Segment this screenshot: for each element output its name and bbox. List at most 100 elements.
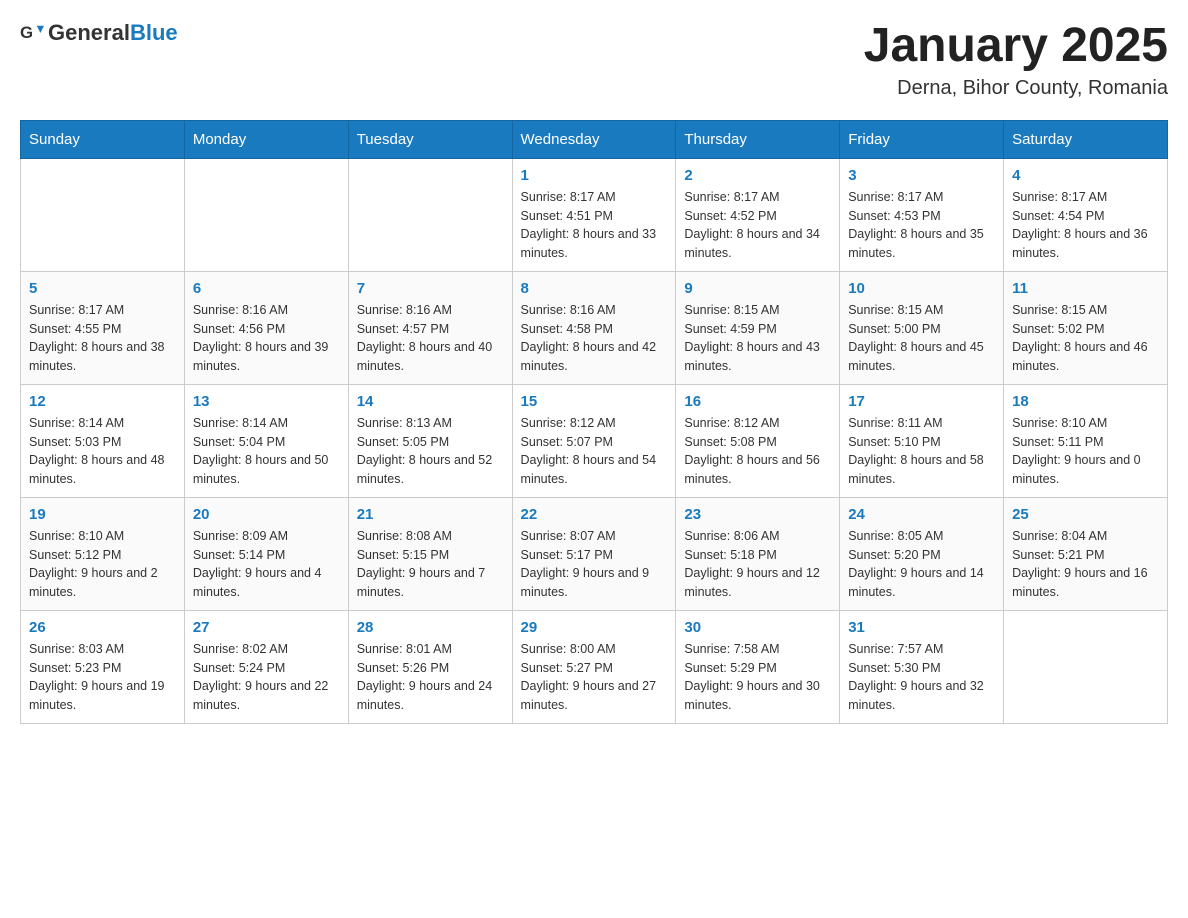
weekday-header-wednesday: Wednesday bbox=[512, 120, 676, 158]
day-number: 31 bbox=[848, 619, 995, 636]
day-number: 29 bbox=[521, 619, 668, 636]
calendar-cell: 10 Sunrise: 8:15 AMSunset: 5:00 PMDayligh… bbox=[840, 271, 1004, 384]
day-info: Sunrise: 8:13 AMSunset: 5:05 PMDaylight:… bbox=[357, 414, 504, 489]
day-number: 25 bbox=[1012, 506, 1159, 523]
day-number: 5 bbox=[29, 280, 176, 297]
calendar-cell: 25Sunrise: 8:04 AMSunset: 5:21 PMDayligh… bbox=[1004, 497, 1168, 610]
day-number: 8 bbox=[521, 280, 668, 297]
month-title: January 2025 bbox=[864, 20, 1168, 73]
day-number: 1 bbox=[521, 167, 668, 184]
day-number: 6 bbox=[193, 280, 340, 297]
day-number: 21 bbox=[357, 506, 504, 523]
weekday-header-saturday: Saturday bbox=[1004, 120, 1168, 158]
day-number: 15 bbox=[521, 393, 668, 410]
calendar-cell: 20Sunrise: 8:09 AMSunset: 5:14 PMDayligh… bbox=[184, 497, 348, 610]
calendar-cell: 21 Sunrise: 8:08 AMSunset: 5:15 PMDayligh… bbox=[348, 497, 512, 610]
calendar-cell: 9Sunrise: 8:15 AMSunset: 4:59 PMDaylight… bbox=[676, 271, 840, 384]
calendar-cell: 1 Sunrise: 8:17 AMSunset: 4:51 PMDaylight… bbox=[512, 158, 676, 271]
day-info: Sunrise: 8:15 AMSunset: 4:59 PMDaylight:… bbox=[684, 301, 831, 376]
logo-text-blue: Blue bbox=[130, 20, 178, 45]
day-number: 24 bbox=[848, 506, 995, 523]
logo-text-general: General bbox=[48, 20, 130, 45]
day-number: 13 bbox=[193, 393, 340, 410]
calendar-cell: 22 Sunrise: 8:07 AMSunset: 5:17 PMDayligh… bbox=[512, 497, 676, 610]
calendar-cell: 23Sunrise: 8:06 AMSunset: 5:18 PMDayligh… bbox=[676, 497, 840, 610]
day-number: 10 bbox=[848, 280, 995, 297]
calendar-cell: 14Sunrise: 8:13 AMSunset: 5:05 PMDayligh… bbox=[348, 384, 512, 497]
calendar-cell: 6Sunrise: 8:16 AMSunset: 4:56 PMDaylight… bbox=[184, 271, 348, 384]
day-info: Sunrise: 8:15 AMSunset: 5:00 PMDaylight:… bbox=[848, 301, 995, 376]
calendar-cell bbox=[21, 158, 185, 271]
calendar-cell: 5Sunrise: 8:17 AMSunset: 4:55 PMDaylight… bbox=[21, 271, 185, 384]
day-info: Sunrise: 8:16 AMSunset: 4:58 PMDaylight:… bbox=[521, 301, 668, 376]
day-info: Sunrise: 8:14 AMSunset: 5:03 PMDaylight:… bbox=[29, 414, 176, 489]
weekday-header-row: SundayMondayTuesdayWednesdayThursdayFrid… bbox=[21, 120, 1168, 158]
day-info: Sunrise: 8:11 AMSunset: 5:10 PMDaylight:… bbox=[848, 414, 995, 489]
day-info: Sunrise: 8:07 AMSunset: 5:17 PMDaylight:… bbox=[521, 527, 668, 602]
weekday-header-sunday: Sunday bbox=[21, 120, 185, 158]
calendar-week-row: 19 Sunrise: 8:10 AMSunset: 5:12 PMDayligh… bbox=[21, 497, 1168, 610]
calendar-week-row: 1 Sunrise: 8:17 AMSunset: 4:51 PMDaylight… bbox=[21, 158, 1168, 271]
day-info: Sunrise: 8:05 AMSunset: 5:20 PMDaylight:… bbox=[848, 527, 995, 602]
calendar-cell: 2 Sunrise: 8:17 AMSunset: 4:52 PMDaylight… bbox=[676, 158, 840, 271]
calendar-week-row: 5Sunrise: 8:17 AMSunset: 4:55 PMDaylight… bbox=[21, 271, 1168, 384]
day-number: 19 bbox=[29, 506, 176, 523]
calendar-cell: 16 Sunrise: 8:12 AMSunset: 5:08 PMDayligh… bbox=[676, 384, 840, 497]
day-info: Sunrise: 8:17 AMSunset: 4:52 PMDaylight:… bbox=[684, 188, 831, 263]
calendar-cell: 26Sunrise: 8:03 AMSunset: 5:23 PMDayligh… bbox=[21, 610, 185, 723]
calendar-cell: 17 Sunrise: 8:11 AMSunset: 5:10 PMDayligh… bbox=[840, 384, 1004, 497]
calendar-cell: 28 Sunrise: 8:01 AMSunset: 5:26 PMDayligh… bbox=[348, 610, 512, 723]
day-number: 27 bbox=[193, 619, 340, 636]
day-number: 18 bbox=[1012, 393, 1159, 410]
title-block: January 2025 Derna, Bihor County, Romani… bbox=[864, 20, 1168, 100]
day-info: Sunrise: 8:12 AMSunset: 5:07 PMDaylight:… bbox=[521, 414, 668, 489]
day-info: Sunrise: 8:09 AMSunset: 5:14 PMDaylight:… bbox=[193, 527, 340, 602]
calendar-cell: 30 Sunrise: 7:58 AMSunset: 5:29 PMDayligh… bbox=[676, 610, 840, 723]
day-number: 12 bbox=[29, 393, 176, 410]
calendar-cell: 24 Sunrise: 8:05 AMSunset: 5:20 PMDayligh… bbox=[840, 497, 1004, 610]
calendar-cell: 3Sunrise: 8:17 AMSunset: 4:53 PMDaylight… bbox=[840, 158, 1004, 271]
day-info: Sunrise: 8:01 AMSunset: 5:26 PMDaylight:… bbox=[357, 640, 504, 715]
day-number: 2 bbox=[684, 167, 831, 184]
day-info: Sunrise: 8:10 AMSunset: 5:12 PMDaylight:… bbox=[29, 527, 176, 602]
weekday-header-friday: Friday bbox=[840, 120, 1004, 158]
day-info: Sunrise: 8:15 AMSunset: 5:02 PMDaylight:… bbox=[1012, 301, 1159, 376]
calendar-cell: 15 Sunrise: 8:12 AMSunset: 5:07 PMDayligh… bbox=[512, 384, 676, 497]
day-info: Sunrise: 8:12 AMSunset: 5:08 PMDaylight:… bbox=[684, 414, 831, 489]
day-number: 30 bbox=[684, 619, 831, 636]
calendar-cell: 29 Sunrise: 8:00 AMSunset: 5:27 PMDayligh… bbox=[512, 610, 676, 723]
calendar-cell: 31 Sunrise: 7:57 AMSunset: 5:30 PMDayligh… bbox=[840, 610, 1004, 723]
day-info: Sunrise: 8:17 AMSunset: 4:54 PMDaylight:… bbox=[1012, 188, 1159, 263]
day-number: 16 bbox=[684, 393, 831, 410]
day-info: Sunrise: 8:17 AMSunset: 4:53 PMDaylight:… bbox=[848, 188, 995, 263]
day-info: Sunrise: 7:57 AMSunset: 5:30 PMDaylight:… bbox=[848, 640, 995, 715]
day-info: Sunrise: 8:08 AMSunset: 5:15 PMDaylight:… bbox=[357, 527, 504, 602]
calendar-cell: 13 Sunrise: 8:14 AMSunset: 5:04 PMDayligh… bbox=[184, 384, 348, 497]
calendar-week-row: 26Sunrise: 8:03 AMSunset: 5:23 PMDayligh… bbox=[21, 610, 1168, 723]
day-info: Sunrise: 8:06 AMSunset: 5:18 PMDaylight:… bbox=[684, 527, 831, 602]
day-info: Sunrise: 8:02 AMSunset: 5:24 PMDaylight:… bbox=[193, 640, 340, 715]
day-info: Sunrise: 8:14 AMSunset: 5:04 PMDaylight:… bbox=[193, 414, 340, 489]
day-number: 28 bbox=[357, 619, 504, 636]
calendar-cell: 18 Sunrise: 8:10 AMSunset: 5:11 PMDayligh… bbox=[1004, 384, 1168, 497]
calendar-cell: 7Sunrise: 8:16 AMSunset: 4:57 PMDaylight… bbox=[348, 271, 512, 384]
day-number: 17 bbox=[848, 393, 995, 410]
calendar-cell bbox=[184, 158, 348, 271]
page-header: G GeneralBlue January 2025 Derna, Bihor … bbox=[20, 20, 1168, 100]
day-number: 22 bbox=[521, 506, 668, 523]
day-number: 26 bbox=[29, 619, 176, 636]
calendar-cell: 11Sunrise: 8:15 AMSunset: 5:02 PMDayligh… bbox=[1004, 271, 1168, 384]
weekday-header-thursday: Thursday bbox=[676, 120, 840, 158]
calendar-cell: 19 Sunrise: 8:10 AMSunset: 5:12 PMDayligh… bbox=[21, 497, 185, 610]
logo-icon: G bbox=[20, 21, 44, 45]
location: Derna, Bihor County, Romania bbox=[864, 77, 1168, 100]
calendar-week-row: 12 Sunrise: 8:14 AMSunset: 5:03 PMDayligh… bbox=[21, 384, 1168, 497]
day-info: Sunrise: 8:10 AMSunset: 5:11 PMDaylight:… bbox=[1012, 414, 1159, 489]
calendar-table: SundayMondayTuesdayWednesdayThursdayFrid… bbox=[20, 120, 1168, 724]
day-info: Sunrise: 8:00 AMSunset: 5:27 PMDaylight:… bbox=[521, 640, 668, 715]
calendar-cell: 8 Sunrise: 8:16 AMSunset: 4:58 PMDaylight… bbox=[512, 271, 676, 384]
day-info: Sunrise: 8:17 AMSunset: 4:51 PMDaylight:… bbox=[521, 188, 668, 263]
day-number: 4 bbox=[1012, 167, 1159, 184]
svg-text:G: G bbox=[20, 23, 33, 42]
day-info: Sunrise: 7:58 AMSunset: 5:29 PMDaylight:… bbox=[684, 640, 831, 715]
